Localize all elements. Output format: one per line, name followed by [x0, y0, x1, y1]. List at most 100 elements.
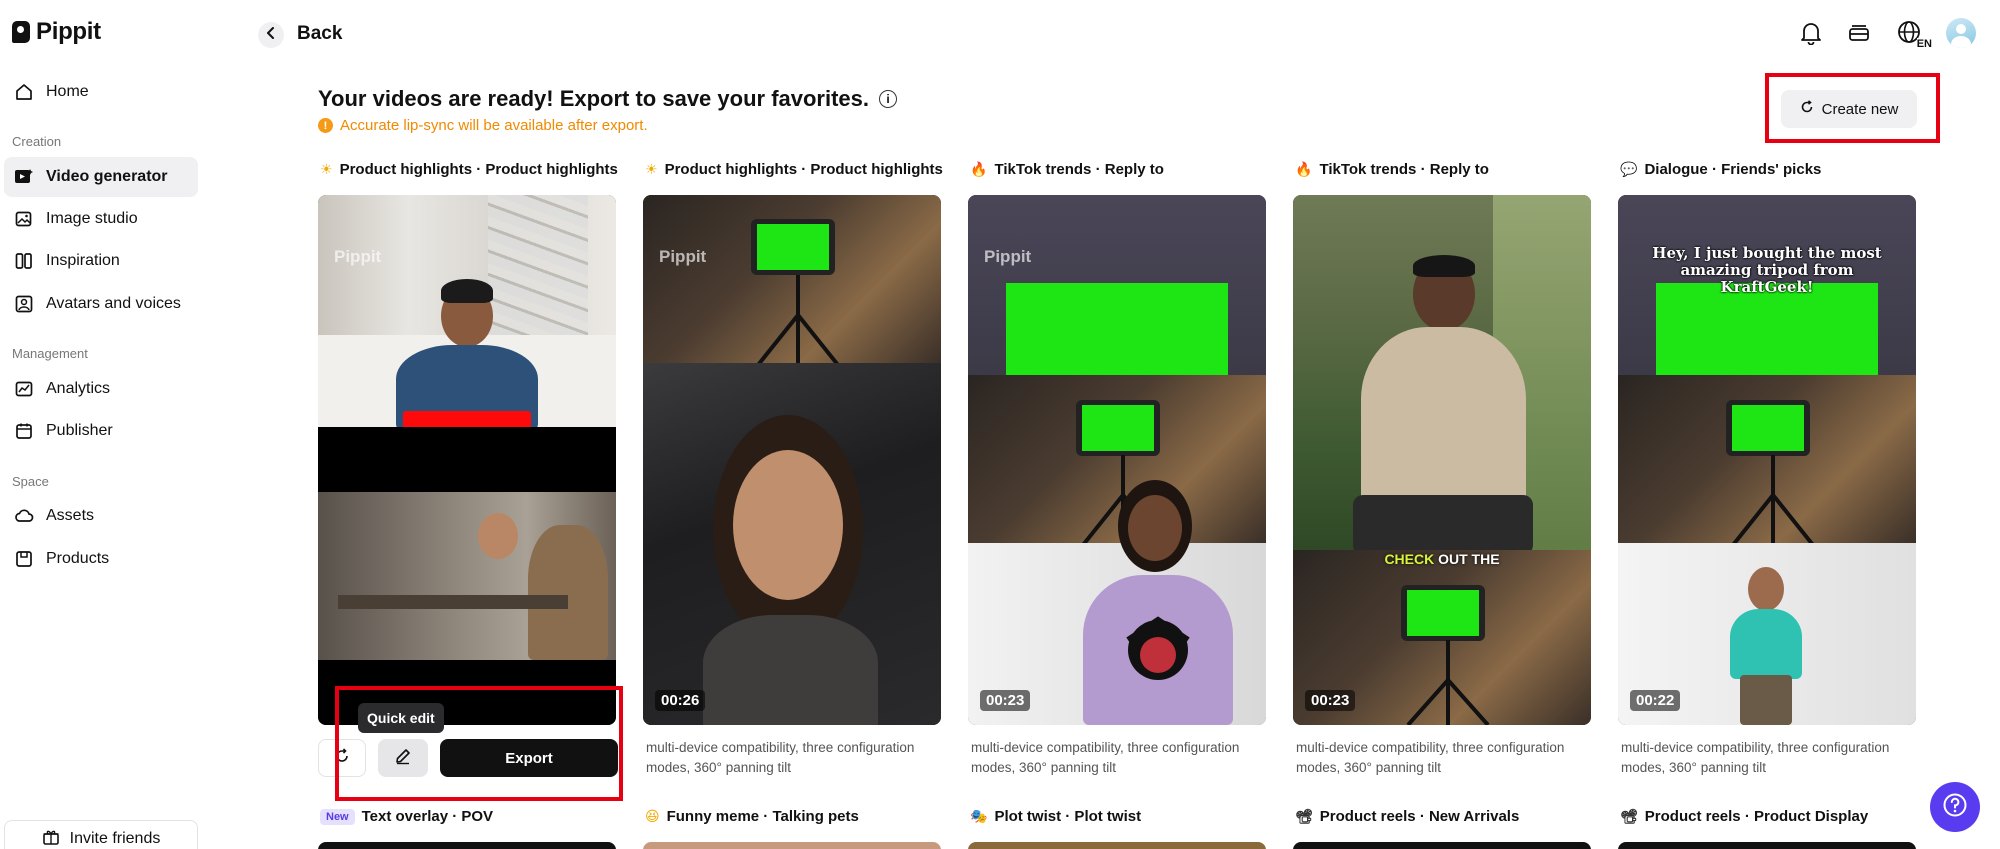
home-icon [14, 82, 34, 102]
sidebar-item-assets[interactable]: Assets [4, 496, 198, 536]
card-title-text: Product reels · Product Display [1644, 808, 1869, 825]
new-badge: New [320, 808, 355, 825]
sidebar-item-video-generator[interactable]: Video generator [4, 157, 198, 197]
page-title-text: Your videos are ready! Export to save yo… [318, 86, 870, 111]
video-thumbnail[interactable]: Hey, I just bought the most amazing trip… [1618, 195, 1916, 725]
film-projector-icon: 📽 [1620, 808, 1638, 825]
fire-icon: 🔥 [970, 161, 988, 178]
section-label-management: Management [12, 346, 88, 361]
invite-friends-button[interactable]: Invite friends [4, 820, 198, 849]
sidebar-item-publisher[interactable]: Publisher [4, 411, 198, 451]
video-duration: 00:23 [980, 690, 1031, 711]
card-title-text: TikTok trends · Reply to [1319, 161, 1489, 178]
video-description: multi-device compatibility, three config… [646, 740, 915, 775]
pippit-watermark: Pippit [659, 247, 707, 266]
analytics-icon [14, 379, 34, 399]
card-title: ☀ Product highlights · Product highlight… [320, 161, 618, 178]
card-title: 🔥 TikTok trends · Reply to [970, 161, 1164, 178]
sidebar-item-label: Home [46, 83, 89, 100]
video-thumbnail[interactable]: Pippit 00:26 [643, 195, 941, 725]
video-thumbnail[interactable] [968, 842, 1266, 849]
pippit-watermark: Pippit [984, 247, 1032, 266]
sidebar-item-label: Publisher [46, 422, 113, 439]
create-new-button[interactable]: Create new [1781, 90, 1917, 128]
sidebar-item-label: Products [46, 550, 110, 567]
card-title: 🎭 Plot twist · Plot twist [970, 808, 1141, 825]
card-title-text: Product reels · New Arrivals [1319, 808, 1520, 825]
app-logo[interactable]: Pippit [12, 18, 101, 46]
laughing-face-icon: 😆 [645, 808, 660, 825]
create-new-label: Create new [1821, 100, 1899, 118]
film-projector-icon: 📽 [1295, 808, 1313, 825]
card-title: 🔥 TikTok trends · Reply to [1295, 161, 1489, 178]
video-duration: 00:22 [1630, 690, 1681, 711]
sidebar: Pippit Home Creation Video generator Ima… [0, 0, 210, 849]
sidebar-item-label: Analytics [46, 380, 111, 397]
product-box-icon [14, 549, 34, 569]
page-title: Your videos are ready! Export to save yo… [318, 86, 898, 112]
question-icon [1942, 792, 1968, 823]
gift-icon [42, 828, 60, 849]
invite-friends-label: Invite friends [69, 830, 161, 847]
sidebar-item-label: Assets [46, 507, 95, 524]
back-label[interactable]: Back [297, 23, 342, 45]
app-name: Pippit [36, 18, 101, 45]
back-button[interactable] [258, 22, 284, 48]
video-thumbnail[interactable]: CHECK OUT THE 00:23 [1293, 195, 1591, 725]
video-thumbnail[interactable] [318, 842, 616, 849]
sidebar-item-label: Inspiration [46, 252, 120, 269]
sidebar-item-label: Avatars and voices [46, 295, 181, 312]
video-thumbnail[interactable] [643, 842, 941, 849]
card-title-text: Plot twist · Plot twist [994, 808, 1142, 825]
caption-highlight: CHECK [1384, 551, 1435, 567]
chevron-left-icon [265, 26, 277, 44]
video-description: multi-device compatibility, three config… [1296, 740, 1565, 775]
language-globe-icon[interactable]: EN [1892, 18, 1932, 50]
video-generator-icon [14, 167, 34, 187]
bell-icon[interactable] [1796, 18, 1826, 48]
inspiration-icon [14, 251, 34, 271]
image-studio-icon [14, 209, 34, 229]
card-title-text: Text overlay · POV [361, 808, 494, 825]
sidebar-item-label: Image studio [46, 210, 138, 227]
subscription-stack-icon[interactable] [1844, 18, 1874, 48]
video-thumbnail[interactable]: Pippit [318, 195, 616, 725]
speech-bubble-icon: 💬 [1620, 161, 1638, 178]
card-title: 😆 Funny meme · Talking pets [645, 808, 859, 825]
sidebar-item-image-studio[interactable]: Image studio [4, 199, 198, 239]
info-icon[interactable]: i [879, 90, 898, 108]
video-duration: 00:23 [1305, 690, 1356, 711]
sidebar-item-home[interactable]: Home [4, 72, 198, 112]
calendar-icon [14, 421, 34, 441]
section-label-space: Space [12, 474, 49, 489]
card-title: 📽 Product reels · New Arrivals [1295, 808, 1519, 825]
card-title: New Text overlay · POV [320, 808, 493, 825]
theater-mask-icon: 🎭 [970, 808, 988, 825]
card-title-text: Funny meme · Talking pets [666, 808, 859, 825]
refresh-icon [1800, 100, 1814, 118]
video-caption: Hey, I just bought the most amazing trip… [1652, 244, 1882, 296]
card-title-text: Product highlights · Product highlights [664, 161, 943, 178]
help-button[interactable] [1930, 782, 1980, 832]
video-thumbnail[interactable]: Pippit 00:23 [968, 195, 1266, 725]
video-thumbnail[interactable] [1618, 842, 1916, 849]
video-thumbnail[interactable] [1293, 842, 1591, 849]
sidebar-item-analytics[interactable]: Analytics [4, 369, 198, 409]
card-title-text: Product highlights · Product highlights [339, 161, 618, 178]
notice-text: Accurate lip-sync will be available afte… [340, 117, 648, 134]
sun-icon: ☀ [320, 161, 333, 178]
section-label-creation: Creation [12, 134, 62, 149]
fire-icon: 🔥 [1295, 161, 1313, 178]
cloud-icon [14, 506, 34, 526]
video-description: multi-device compatibility, three config… [971, 740, 1240, 775]
top-actions: EN [1796, 18, 1976, 50]
caption-text: OUT THE [1438, 551, 1500, 567]
sidebar-item-products[interactable]: Products [4, 539, 198, 579]
card-title-text: TikTok trends · Reply to [994, 161, 1164, 178]
sidebar-item-avatars-and-voices[interactable]: Avatars and voices [4, 284, 198, 324]
video-description: multi-device compatibility, three config… [1621, 740, 1890, 775]
user-avatar[interactable] [1946, 18, 1976, 48]
sidebar-item-label: Video generator [46, 168, 168, 185]
sidebar-item-inspiration[interactable]: Inspiration [4, 241, 198, 281]
card-title: ☀ Product highlights · Product highlight… [645, 161, 943, 178]
